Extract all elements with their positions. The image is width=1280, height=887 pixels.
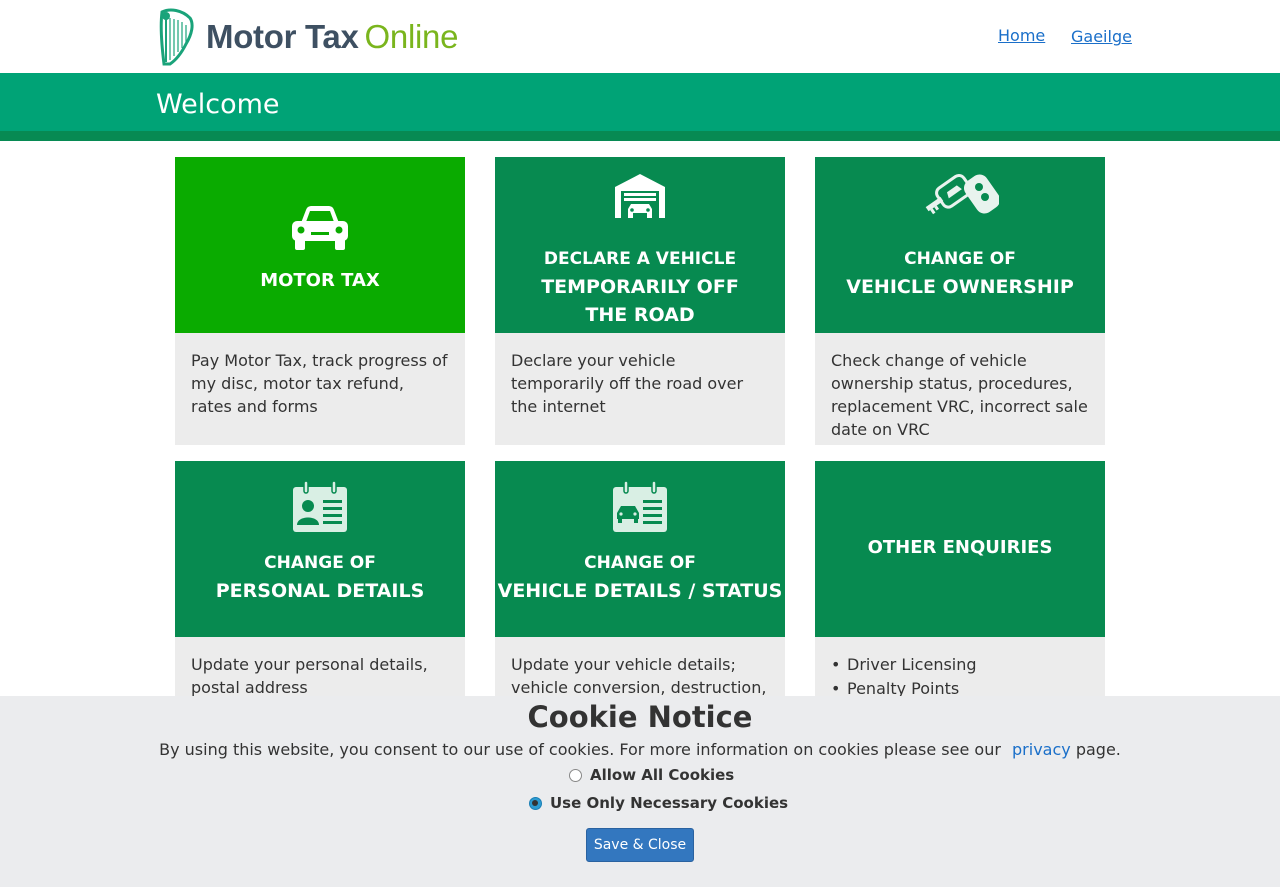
logo-text-primary: Motor Tax — [206, 18, 359, 55]
cookie-notice: Cookie Notice By using this website, you… — [0, 696, 1280, 887]
allow-all-cookies-radio[interactable] — [569, 768, 582, 782]
necessary-cookies-label[interactable]: Use Only Necessary Cookies — [550, 794, 788, 812]
card-header[interactable]: DECLARE A VEHICLE TEMPORARILY OFF THE RO… — [495, 157, 785, 333]
card-title: MOTOR TAX — [260, 270, 380, 291]
list-item[interactable]: Driver Licensing — [831, 653, 1089, 677]
garage-icon — [615, 174, 665, 218]
card-motor-tax[interactable]: MOTOR TAX Pay Motor Tax, track progress … — [175, 157, 465, 445]
card-header[interactable]: OTHER ENQUIRIES — [815, 461, 1105, 637]
card-description: Pay Motor Tax, track progress of my disc… — [175, 333, 465, 445]
card-title-line1: CHANGE OF — [904, 249, 1016, 269]
card-title-line2: PERSONAL DETAILS — [215, 580, 425, 602]
site-logo[interactable]: Motor Tax Online — [156, 8, 458, 66]
card-header[interactable]: CHANGE OF VEHICLE OWNERSHIP — [815, 157, 1105, 333]
personal-details-icon — [293, 481, 347, 532]
card-title-line2: VEHICLE DETAILS / STATUS — [497, 580, 783, 602]
save-close-button[interactable]: Save & Close — [586, 828, 694, 862]
page-title: Welcome — [156, 89, 280, 120]
cookie-text: By using this website, you consent to ou… — [0, 740, 1280, 759]
allow-all-cookies-option[interactable]: Allow All Cookies — [569, 766, 734, 784]
card-header[interactable]: CHANGE OF VEHICLE DETAILS / STATUS — [495, 461, 785, 637]
nav-home-link[interactable]: Home — [998, 26, 1045, 45]
card-header[interactable]: MOTOR TAX — [175, 157, 465, 333]
enquiry-list: Driver Licensing Penalty Points — [831, 653, 1089, 701]
harp-icon — [159, 8, 194, 66]
car-icon — [292, 206, 348, 250]
card-description: Check change of vehicle ownership status… — [815, 333, 1105, 445]
nav-gaeilge-link[interactable]: Gaeilge — [1071, 27, 1132, 46]
card-title-line2: VEHICLE OWNERSHIP — [846, 276, 1074, 298]
card-title-line1: CHANGE OF — [584, 553, 696, 573]
welcome-banner: Welcome — [0, 73, 1280, 141]
card-title-line1: CHANGE OF — [264, 553, 376, 573]
card-title-line1: DECLARE A VEHICLE — [543, 249, 737, 269]
site-header: Motor Tax Online Home Gaeilge — [0, 0, 1280, 73]
banner-divider — [0, 131, 1280, 141]
allow-all-cookies-label[interactable]: Allow All Cookies — [590, 766, 734, 784]
cookie-text-end: page. — [1070, 740, 1121, 759]
vehicle-details-icon — [613, 481, 667, 532]
card-header[interactable]: CHANGE OF PERSONAL DETAILS — [175, 461, 465, 637]
necessary-cookies-option[interactable]: Use Only Necessary Cookies — [529, 794, 788, 812]
cookie-text-body: By using this website, you consent to ou… — [159, 740, 1001, 759]
card-description: Declare your vehicle temporarily off the… — [495, 333, 785, 445]
logo-text-secondary: Online — [364, 18, 459, 55]
privacy-link[interactable]: privacy — [1012, 740, 1071, 759]
card-title: OTHER ENQUIRIES — [867, 537, 1053, 558]
card-title-line2: TEMPORARILY OFF THE ROAD — [541, 276, 739, 326]
card-vehicle-ownership[interactable]: CHANGE OF VEHICLE OWNERSHIP Check change… — [815, 157, 1105, 445]
car-keys-icon — [925, 173, 999, 215]
cookie-title: Cookie Notice — [527, 700, 753, 734]
necessary-cookies-radio[interactable] — [529, 796, 542, 810]
card-declare-off-road[interactable]: DECLARE A VEHICLE TEMPORARILY OFF THE RO… — [495, 157, 785, 445]
